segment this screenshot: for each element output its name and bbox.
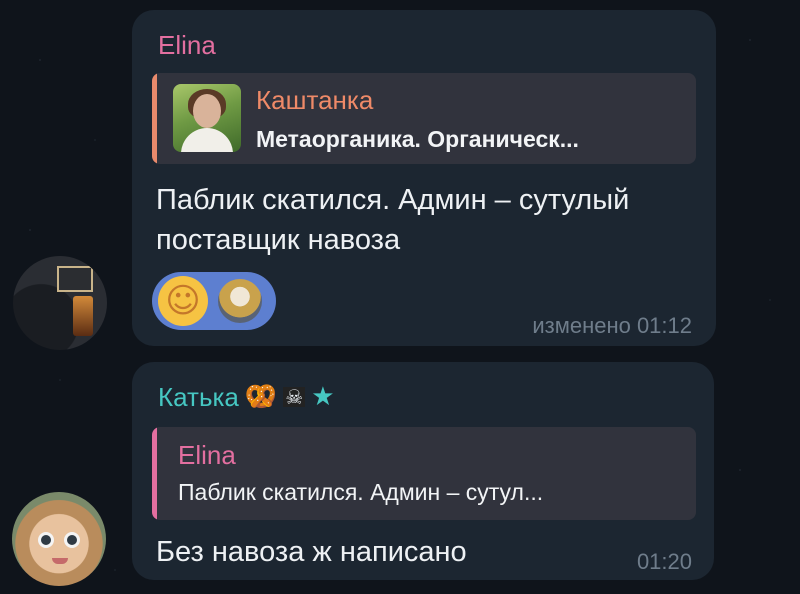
sender-name[interactable]: Катька bbox=[158, 382, 239, 412]
reply-title: Elina bbox=[178, 440, 236, 470]
avatar-detail bbox=[52, 558, 68, 564]
reply-text: Метаорганика. Органическ... bbox=[256, 126, 579, 152]
sender-name-row[interactable]: Катька 🥨 ☠ ★ bbox=[158, 382, 335, 412]
avatar[interactable] bbox=[12, 492, 106, 586]
pirate-flag-icon: ☠ bbox=[283, 385, 306, 409]
reply-text: Паблик скатился. Админ – сутул... bbox=[178, 479, 544, 505]
reply-accent-bar bbox=[152, 73, 157, 164]
reply-accent-bar bbox=[152, 427, 157, 520]
smiling-face-with-hearts-icon[interactable]: ☺ bbox=[158, 276, 208, 326]
user-avatar-icon[interactable] bbox=[218, 279, 262, 323]
avatar-detail bbox=[64, 532, 80, 548]
message-bubble[interactable]: Elina Каштанка Метаорганика. Органическ.… bbox=[132, 10, 716, 346]
message-time: 01:20 bbox=[636, 549, 692, 574]
message-text: Без навоза ж написано bbox=[156, 536, 467, 568]
thumb-face bbox=[193, 94, 221, 128]
message-bubble[interactable]: Катька 🥨 ☠ ★ Elina Паблик скатился. Адми… bbox=[132, 362, 714, 580]
reaction-pill[interactable]: ☺ bbox=[152, 272, 276, 330]
pretzel-icon: 🥨 bbox=[244, 382, 278, 412]
thumb-body bbox=[181, 128, 233, 152]
avatar[interactable] bbox=[13, 256, 107, 350]
reply-preview[interactable]: Elina Паблик скатился. Админ – сутул... bbox=[152, 427, 696, 520]
star-icon[interactable]: ★ bbox=[311, 384, 334, 410]
reply-thumbnail bbox=[173, 84, 241, 152]
message-meta: изменено 01:12 bbox=[532, 313, 692, 338]
reply-preview[interactable]: Каштанка Метаорганика. Органическ... bbox=[152, 73, 696, 164]
reply-title: Каштанка bbox=[256, 85, 374, 115]
sender-name[interactable]: Elina bbox=[158, 30, 216, 60]
avatar-detail bbox=[73, 296, 93, 336]
message-text: Паблик скатился. Админ – сутулый поставщ… bbox=[156, 184, 630, 256]
avatar-detail bbox=[38, 532, 54, 548]
avatar-detail bbox=[57, 266, 93, 292]
